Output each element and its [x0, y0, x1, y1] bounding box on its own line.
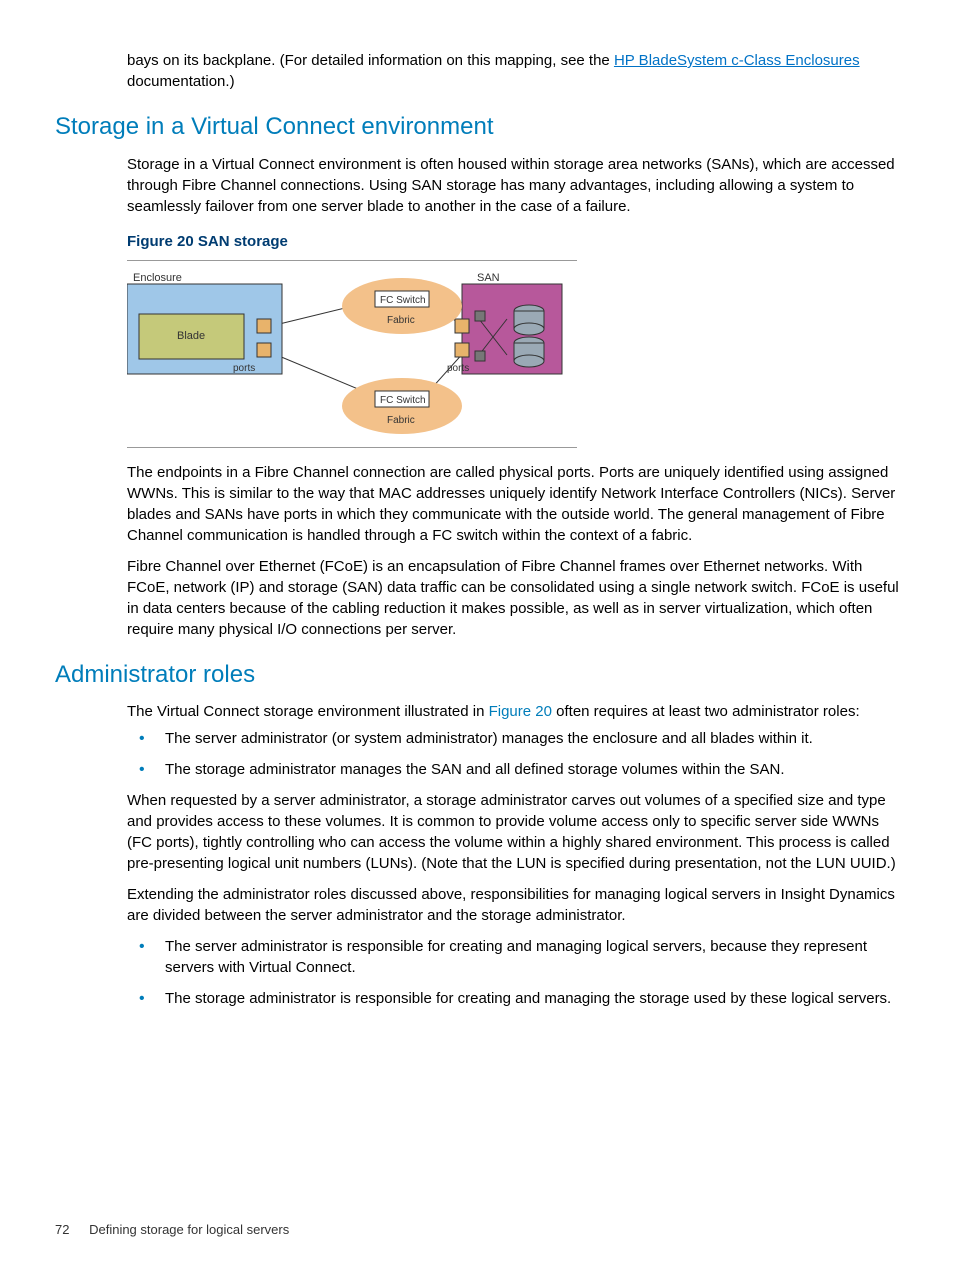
hp-bladesystem-link[interactable]: HP BladeSystem c-Class Enclosures	[614, 52, 860, 69]
figure-20-link[interactable]: Figure 20	[489, 703, 552, 720]
figure-20-caption: Figure 20 SAN storage	[127, 231, 899, 252]
label-blade: Blade	[177, 330, 205, 342]
footer-title: Defining storage for logical servers	[89, 1222, 289, 1237]
para-volumes: When requested by a server administrator…	[127, 790, 899, 874]
label-ports-left: ports	[233, 363, 255, 374]
label-san: SAN	[477, 272, 500, 284]
para4-post: often requires at least two administrato…	[552, 703, 860, 720]
top-text-post: documentation.)	[127, 73, 235, 90]
para-endpoints: The endpoints in a Fibre Channel connect…	[127, 462, 899, 546]
label-fabric-top: Fabric	[387, 315, 415, 326]
para-storage-intro: Storage in a Virtual Connect environment…	[127, 154, 899, 217]
label-fc-switch-bottom: FC Switch	[380, 395, 426, 406]
admin-roles-list-2: The server administrator is responsible …	[127, 936, 899, 1009]
label-enclosure: Enclosure	[133, 272, 182, 284]
page-footer: 72 Defining storage for logical servers	[55, 1221, 289, 1239]
document-page: bays on its backplane. (For detailed inf…	[0, 0, 954, 1271]
san-storage-diagram: Enclosure Blade ports SAN	[127, 269, 577, 439]
label-ports-right: ports	[447, 363, 469, 374]
page-number: 72	[55, 1222, 69, 1237]
para-fcoe: Fibre Channel over Ethernet (FCoE) is an…	[127, 556, 899, 640]
label-fabric-bottom: Fabric	[387, 415, 415, 426]
para-admin-intro: The Virtual Connect storage environment …	[127, 701, 899, 722]
label-fc-switch-top: FC Switch	[380, 295, 426, 306]
heading-admin-roles: Administrator roles	[55, 658, 899, 692]
top-text-pre: bays on its backplane. (For detailed inf…	[127, 52, 614, 69]
list-item: The server administrator is responsible …	[127, 936, 899, 978]
admin-roles-list-1: The server administrator (or system admi…	[127, 728, 899, 780]
list-item: The storage administrator manages the SA…	[127, 759, 899, 780]
top-paragraph: bays on its backplane. (For detailed inf…	[127, 50, 899, 92]
figure-20-diagram: Enclosure Blade ports SAN	[127, 260, 577, 448]
para-extending: Extending the administrator roles discus…	[127, 884, 899, 926]
list-item: The storage administrator is responsible…	[127, 988, 899, 1009]
para4-pre: The Virtual Connect storage environment …	[127, 703, 489, 720]
list-item: The server administrator (or system admi…	[127, 728, 899, 749]
heading-storage-vc: Storage in a Virtual Connect environment	[55, 110, 899, 144]
